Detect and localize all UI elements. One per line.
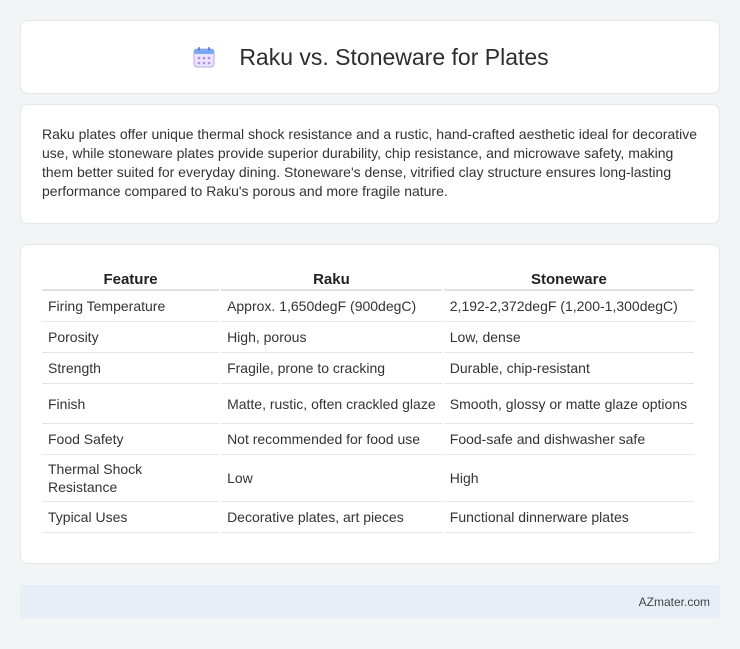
table-row: Typical Uses Decorative plates, art piec…: [42, 502, 694, 533]
calendar-icon: [191, 44, 217, 70]
table-row: Firing Temperature Approx. 1,650degF (90…: [42, 291, 694, 322]
feature-cell: Thermal Shock Resistance: [42, 455, 220, 502]
raku-cell: Matte, rustic, often crackled glaze: [221, 384, 442, 424]
feature-cell: Finish: [42, 384, 220, 424]
summary-card: Raku plates offer unique thermal shock r…: [20, 104, 720, 224]
raku-cell: High, porous: [221, 322, 442, 353]
footer-brand: AZmater.com: [638, 594, 710, 609]
stoneware-cell: High: [443, 455, 694, 502]
table-row: Strength Fragile, prone to cracking Dura…: [42, 353, 694, 384]
raku-cell: Low: [221, 455, 442, 502]
summary-text: Raku plates offer unique thermal shock r…: [42, 126, 697, 199]
stoneware-cell: Food-safe and dishwasher safe: [443, 424, 694, 455]
stoneware-cell: Durable, chip-resistant: [443, 353, 694, 384]
table-header-row: Feature Raku Stoneware: [42, 265, 694, 291]
feature-cell: Firing Temperature: [42, 291, 220, 322]
page-title: Raku vs. Stoneware for Plates: [239, 43, 549, 70]
raku-cell: Not recommended for food use: [221, 424, 442, 455]
table-row: Thermal Shock Resistance Low High: [42, 455, 694, 502]
stoneware-cell: Low, dense: [443, 322, 694, 353]
feature-cell: Porosity: [42, 322, 220, 353]
table-row: Food Safety Not recommended for food use…: [42, 424, 694, 455]
comparison-table-card: Feature Raku Stoneware Firing Temperatur…: [20, 244, 720, 564]
footer: AZmater.com: [20, 585, 720, 618]
column-header-raku: Raku: [221, 265, 442, 291]
column-header-stoneware: Stoneware: [443, 265, 694, 291]
raku-cell: Decorative plates, art pieces: [221, 502, 442, 533]
column-header-feature: Feature: [42, 265, 220, 291]
title-card: Raku vs. Stoneware for Plates: [20, 20, 720, 94]
feature-cell: Typical Uses: [42, 502, 220, 533]
stoneware-cell: Functional dinnerware plates: [443, 502, 694, 533]
raku-cell: Approx. 1,650degF (900degC): [221, 291, 442, 322]
raku-cell: Fragile, prone to cracking: [221, 353, 442, 384]
feature-cell: Food Safety: [42, 424, 220, 455]
stoneware-cell: 2,192-2,372degF (1,200-1,300degC): [443, 291, 694, 322]
table-row: Porosity High, porous Low, dense: [42, 322, 694, 353]
comparison-table: Feature Raku Stoneware Firing Temperatur…: [40, 265, 696, 533]
feature-cell: Strength: [42, 353, 220, 384]
table-row: Finish Matte, rustic, often crackled gla…: [42, 384, 694, 424]
stoneware-cell: Smooth, glossy or matte glaze options: [443, 384, 694, 424]
